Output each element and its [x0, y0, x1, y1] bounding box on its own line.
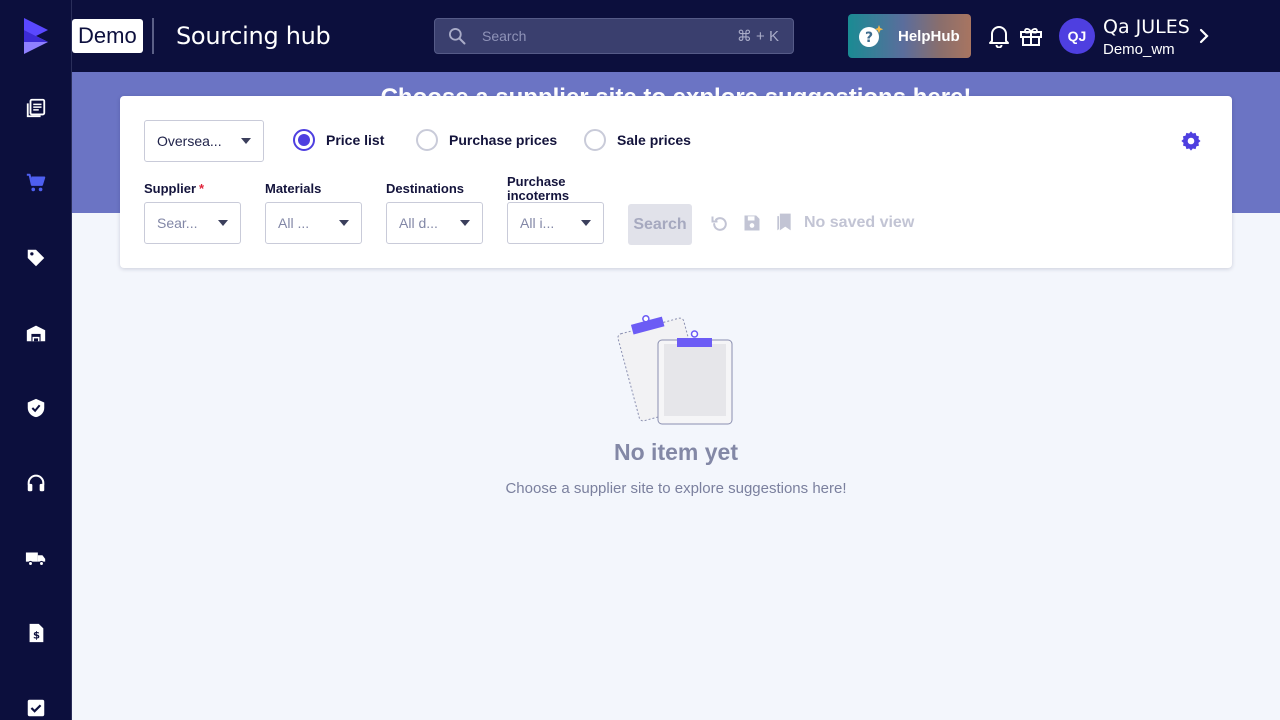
radio-checked-icon	[293, 129, 315, 151]
avatar[interactable]: QJ	[1059, 18, 1095, 54]
svg-text:$: $	[33, 631, 40, 642]
search-input[interactable]: Search	[482, 28, 737, 44]
radio-label: Purchase prices	[449, 132, 558, 148]
sidebar-item-invoices[interactable]: $	[0, 611, 72, 655]
caret-down-icon	[581, 220, 591, 226]
sidebar-item-prices[interactable]	[0, 236, 72, 280]
header-divider	[152, 18, 154, 54]
sidebar-item-transport[interactable]	[0, 536, 72, 580]
empty-state-subtitle: Choose a supplier site to explore sugges…	[505, 480, 847, 497]
supplier-select[interactable]: Sear...	[144, 202, 241, 244]
sidebar-item-warehouse[interactable]	[0, 311, 72, 355]
user-organization: Demo_wm	[1103, 41, 1175, 58]
svg-text:?: ?	[865, 30, 873, 46]
helphub-label: HelpHub	[898, 27, 960, 45]
gift-icon[interactable]	[1019, 24, 1043, 48]
shield-check-icon	[27, 398, 45, 418]
notifications-bell-icon[interactable]	[988, 24, 1010, 48]
invoice-icon: $	[29, 623, 44, 643]
saved-view-label[interactable]: No saved view	[804, 214, 914, 232]
empty-state-title: No item yet	[614, 439, 738, 465]
checkbox-icon	[27, 699, 45, 717]
supplier-label: Supplier *	[144, 182, 204, 196]
radio-label: Sale prices	[617, 132, 691, 148]
user-name: Qa JULES	[1103, 16, 1190, 38]
destinations-select[interactable]: All d...	[386, 202, 483, 244]
caret-down-icon	[241, 138, 251, 144]
radio-purchase-prices[interactable]: Purchase prices	[416, 129, 557, 151]
incoterms-label: Purchase incoterms	[507, 174, 570, 203]
gear-icon[interactable]	[1180, 130, 1202, 152]
caret-down-icon	[218, 220, 228, 226]
truck-icon	[25, 552, 46, 567]
sidebar: $	[0, 0, 72, 720]
sidebar-item-quality[interactable]	[0, 386, 72, 430]
filter-card: Oversea... Price list Purchase prices Sa…	[120, 96, 1232, 268]
workspace-badge[interactable]: Demo	[72, 19, 143, 53]
app-logo[interactable]	[24, 18, 48, 54]
radio-unchecked-icon	[416, 129, 438, 151]
materials-label: Materials	[265, 181, 322, 196]
radio-unchecked-icon	[584, 129, 606, 151]
chevron-right-icon[interactable]	[1196, 27, 1212, 45]
cart-icon	[26, 173, 46, 192]
helphub-button[interactable]: ? HelpHub	[848, 14, 971, 58]
save-icon[interactable]	[742, 213, 762, 233]
search-icon	[449, 28, 466, 45]
warehouse-icon	[26, 325, 46, 342]
global-search[interactable]: Search ⌘ + K	[434, 18, 794, 54]
radio-price-list[interactable]: Price list	[293, 129, 384, 151]
caret-down-icon	[339, 220, 349, 226]
caret-down-icon	[460, 220, 470, 226]
sidebar-item-catalog[interactable]	[0, 86, 72, 130]
search-shortcut-hint: ⌘ + K	[736, 28, 779, 45]
tag-icon	[27, 249, 45, 267]
materials-select[interactable]: All ...	[265, 202, 362, 244]
incoterms-select-value: All i...	[520, 215, 555, 231]
top-bar: Demo Sourcing hub Search ⌘ + K ? HelpHub…	[72, 0, 1280, 72]
sidebar-item-sourcing[interactable]	[0, 161, 72, 205]
destinations-label: Destinations	[386, 181, 465, 196]
materials-select-value: All ...	[278, 215, 310, 231]
reset-icon[interactable]	[710, 214, 730, 234]
supplier-select-value: Sear...	[157, 215, 198, 231]
destinations-select-value: All d...	[399, 215, 438, 231]
site-select[interactable]: Oversea...	[144, 120, 264, 162]
empty-clipboards-illustration	[617, 315, 733, 425]
supplier-label-text: Supplier	[144, 181, 197, 196]
incoterms-select[interactable]: All i...	[507, 202, 604, 244]
required-marker: *	[199, 181, 205, 196]
search-button[interactable]: Search	[628, 204, 692, 245]
page-title: Sourcing hub	[176, 22, 331, 50]
saved-views-bookmark-icon[interactable]	[774, 212, 794, 232]
site-select-value: Oversea...	[157, 133, 222, 149]
catalog-icon	[26, 98, 46, 118]
radio-label: Price list	[326, 132, 385, 148]
sidebar-item-tasks[interactable]	[0, 686, 72, 720]
radio-sale-prices[interactable]: Sale prices	[584, 129, 691, 151]
help-sparkle-icon: ?	[859, 25, 884, 47]
